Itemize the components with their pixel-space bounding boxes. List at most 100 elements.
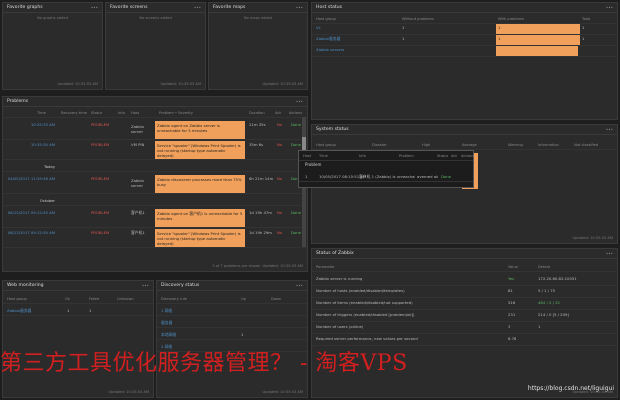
problem-status: PROBLEM [91,176,110,181]
problem-time-link[interactable]: 06/12/2017 09:12:55 AM [5,229,55,237]
problem-host[interactable]: 客户机1 [131,229,145,237]
widget-header: Host status ••• [312,3,617,13]
widget-title: Status of Zabbix [316,251,354,256]
parameter-value: 3 [508,324,511,329]
host-group-link[interactable]: Zabbix服务器 [7,307,31,315]
widget-menu-icon[interactable]: ••• [606,249,613,258]
column-header: Discovery rule [161,297,187,301]
total-value: 1 [582,25,585,30]
problem-description[interactable]: Zabbix agent on 客户机1 is unreachable for … [155,209,245,227]
widget-menu-icon[interactable]: ••• [91,3,98,12]
column-header: Parameter [316,265,335,269]
widget-menu-icon[interactable]: ••• [296,281,303,290]
column-header: Recovery time [61,111,87,115]
discovery-rule-link[interactable]: 本地网络 [161,331,176,339]
column-header: Problem [399,154,414,158]
widget-menu-icon[interactable]: ••• [606,3,613,12]
host-status-widget: Host status ••• Host group Without proble… [311,2,618,120]
column-header: Status [437,154,449,158]
table-row: Zabbix server is running Yes 172.20.60.82:… [312,275,617,286]
problem-time-link[interactable]: 10:35:33 AM [7,121,55,129]
problem-time-link[interactable]: 10:35:30 AM [7,141,55,149]
problem-time-link[interactable]: 04/05/2017 11:59:46 AM [5,175,55,183]
parameter-label: Number of hosts (enabled/disabled/templa… [316,288,405,293]
table-row: Vc 1 1 1 [312,24,617,35]
updated-label: Updated: 10:35:03 AM [572,236,614,240]
problem-description[interactable]: Zabbix discoverer processes more than 75… [155,175,245,193]
widget-menu-icon[interactable]: ••• [296,97,303,106]
widget-title: Favorite screens [110,5,148,10]
popup-host: 1 [305,174,308,179]
host-group-link[interactable]: Zabbix服务器 [316,35,340,43]
widget-header: Favorite graphs ••• [3,3,102,13]
problem-ack[interactable]: No [277,209,282,217]
problem-ack[interactable]: No [277,121,282,129]
column-header: Host [131,111,140,115]
problem-description[interactable]: Zabbix agent on Zabbix server is unreach… [155,121,245,139]
parameter-value: 6.78 [508,336,517,341]
problem-host[interactable]: Zabbix server [131,178,155,188]
problem-ack[interactable]: No [277,229,282,237]
widget-menu-icon[interactable]: ••• [606,125,613,134]
column-header: Actions [289,111,303,115]
problem-host[interactable]: VM PIN [131,141,144,149]
popup-row: 1 10/05/2017 08:15:51 AM 客户机 1 (Zabbix) … [299,173,473,182]
updated-label: Updated: 10:35:03 AM [57,82,99,86]
problem-ack[interactable]: No [277,141,282,149]
without-problems-value: 1 [402,25,405,30]
problem-status: PROBLEM [91,142,110,147]
favorite-screens-widget: Favorite screens ••• No screens added Upd… [105,2,206,90]
column-header: Status [91,111,103,115]
parameter-label: Zabbix server is running [316,276,363,281]
discovery-rule-link[interactable]: 1 网络 [161,307,172,315]
updated-label: Updated: 10:35:03 AM [160,82,202,86]
popup-problem-label: Problem [305,162,322,167]
problem-host[interactable]: 客户机1 [131,209,145,217]
popup-info: 客户机 1 (Zabbix) is unreachable for... [359,174,415,179]
widget-menu-icon[interactable]: ••• [142,281,149,290]
host-group-link[interactable]: Vc [316,24,321,32]
column-header: Info [359,154,366,158]
popup-status: Done [441,174,451,179]
problem-action[interactable]: Done [291,141,301,149]
problem-action[interactable]: Done [291,209,301,217]
problem-popup: Host Time Info Problem Status Ack Action… [298,150,474,188]
discovery-rule-link[interactable]: 服务器 [161,319,172,327]
column-header: Down [271,297,282,301]
date-divider-label: Today [44,164,55,169]
problem-duration: 35m 6s [249,142,264,147]
favorite-graphs-widget: Favorite graphs ••• No graphs added Updat… [2,2,103,90]
total-value: 1 [582,36,585,41]
problem-host[interactable]: Zabbix server [131,124,155,134]
parameter-value: 516 [508,300,516,305]
with-problems-value[interactable] [496,46,578,56]
column-header: Time [37,111,46,115]
watermark-text: 第三方工具优化服务器管理？ - 淘客VPS [0,351,408,376]
table-row: 服务器 [157,319,307,328]
parameter-details: 5 / 1 / 75 [538,288,556,293]
table-row: Number of users (online) 3 1 [312,323,617,334]
table-header: Discovery rule Up Down [157,295,307,304]
parameter-details: 172.20.60.82:10051 [538,276,577,281]
popup-problem[interactable]: averned ok [417,173,438,181]
widget-header: Web monitoring ••• [3,281,153,291]
with-problems-value[interactable]: 1 [496,35,580,45]
widget-header: Favorite screens ••• [106,3,205,13]
table-row: 10:35:33 AM PROBLEM Zabbix server Zabbix… [3,121,307,140]
column-header: Average [462,143,477,147]
column-header: Information [538,143,559,147]
problem-description[interactable]: Service "spooler" (Windows Print Spooler… [155,141,245,159]
problem-action[interactable]: Done [291,121,301,129]
problem-time-link[interactable]: 06/12/2017 09:12:55 AM [5,209,55,217]
table-row: 06/12/2017 09:12:55 AM PROBLEM 客户机1 Serv… [3,229,307,248]
problem-action[interactable]: Done [291,229,301,237]
column-header: High [422,143,431,147]
problem-description[interactable]: Service "spooler" (Windows Print Spooler… [155,229,245,247]
host-group-link[interactable]: Zabbix servers [316,46,344,54]
problem-ack[interactable]: No [277,175,282,183]
table-row: Number of items (enabled/disabled/not su… [312,299,617,310]
widget-menu-icon[interactable]: ••• [296,3,303,12]
column-header: Time [319,154,328,158]
widget-menu-icon[interactable]: ••• [194,3,201,12]
with-problems-value[interactable]: 1 [496,24,580,34]
